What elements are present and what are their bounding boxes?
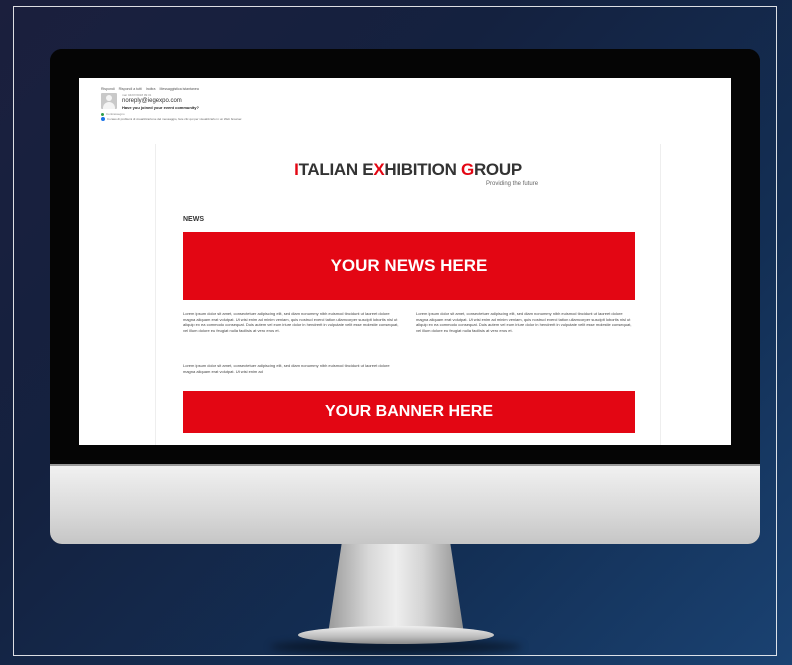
company-logo: ITALIAN EXHIBITION GROUP [156,160,660,180]
logo-text-2: HIBITION [384,160,461,179]
reply-all-button[interactable]: Rispondi a tutti [119,87,142,91]
monitor-chin [50,464,760,544]
forward-button[interactable]: Inoltra [146,87,156,91]
sender-meta: mar 04/07/2018 09:31 noreply@iegexpo.com… [122,93,199,110]
instant-message-button[interactable]: Messaggistica istantanea [159,87,198,91]
logo-text-1: TALIAN E [298,160,374,179]
email-subject: Have you joined your event community? [122,105,199,110]
sender-email[interactable]: noreply@iegexpo.com [122,98,199,104]
left-column-text-2: Lorem ipsum dolor sit amet, consectetuer… [183,363,390,374]
email-date: mar 04/07/2018 09:31 [122,93,152,97]
sender-row: mar 04/07/2018 09:31 noreply@iegexpo.com… [101,93,401,110]
logo-letter-x: X [373,160,385,179]
info-icon [101,117,105,121]
flag-icon [101,112,104,116]
ad-banner[interactable]: YOUR BANNER HERE [183,391,635,433]
news-banner[interactable]: YOUR NEWS HERE [183,232,635,300]
email-toolbar: Rispondi Rispondi a tutti Inoltra Messag… [101,87,401,91]
monitor-stand [328,544,464,634]
monitor-screen: Rispondi Rispondi a tutti Inoltra Messag… [79,78,731,445]
news-section-label: NEWS [183,216,204,223]
flag-row[interactable]: Contrassegno [101,112,401,116]
logo-tagline: Providing the future [486,181,539,187]
avatar [101,93,117,109]
logo-text-3: ROUP [473,160,522,179]
monitor-stand-base [298,626,494,644]
info-bar[interactable]: In caso di problemi di visualizzazione d… [101,117,401,121]
email-header: Rispondi Rispondi a tutti Inoltra Messag… [101,87,401,121]
reply-button[interactable]: Rispondi [101,87,115,91]
monitor: Rispondi Rispondi a tutti Inoltra Messag… [50,49,760,544]
flag-label: Contrassegno [106,112,125,116]
info-text: In caso di problemi di visualizzazione d… [107,117,243,121]
newsletter-body: ITALIAN EXHIBITION GROUP Providing the f… [155,144,661,445]
monitor-chin-edge [50,464,760,466]
left-column-text: Lorem ipsum dolor sit amet, consectetuer… [183,311,399,333]
logo-letter-g: G [461,160,474,179]
right-column-text: Lorem ipsum dolor sit amet, consectetuer… [416,311,632,333]
